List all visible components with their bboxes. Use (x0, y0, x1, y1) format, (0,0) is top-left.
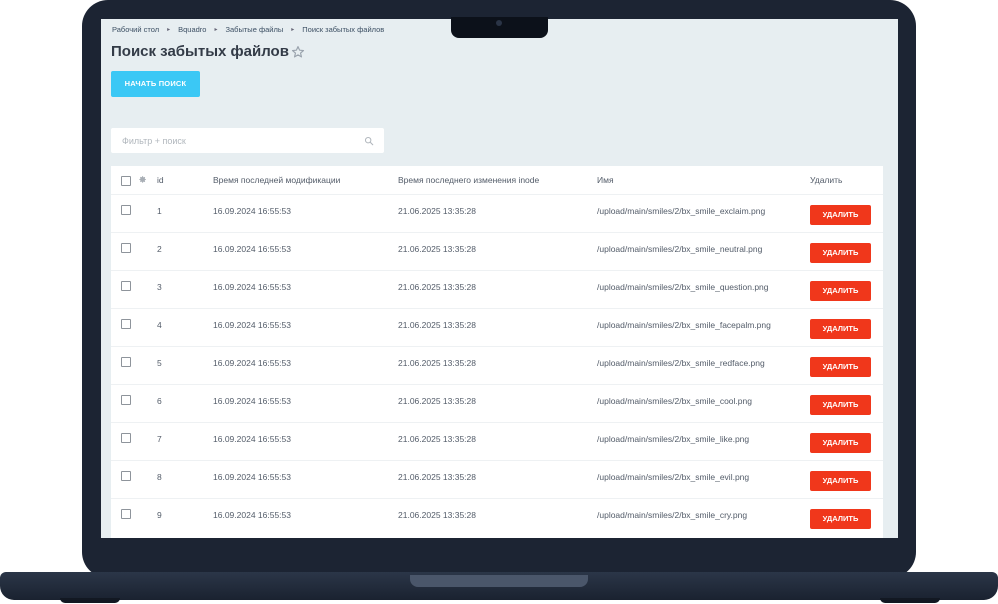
filter-search-input[interactable] (111, 128, 362, 153)
cell-ctime: 21.06.2025 13:35:28 (398, 320, 476, 330)
cell-mtime: 16.09.2024 16:55:53 (213, 282, 291, 292)
delete-button[interactable]: УДАЛИТЬ (810, 471, 871, 491)
select-all-checkbox[interactable] (121, 176, 131, 186)
column-header-ctime[interactable]: Время последнего изменения inode (398, 175, 539, 185)
laptop-base-notch (410, 575, 588, 587)
cell-mtime: 16.09.2024 16:55:53 (213, 510, 291, 520)
table-row[interactable]: 9 16.09.2024 16:55:53 21.06.2025 13:35:2… (111, 498, 883, 537)
start-search-button[interactable]: НАЧАТЬ ПОИСК (111, 71, 200, 97)
row-checkbox[interactable] (121, 509, 131, 519)
row-checkbox[interactable] (121, 281, 131, 291)
cell-name: /upload/main/smiles/2/bx_smile_like.png (597, 434, 750, 444)
cell-id: 9 (157, 510, 162, 520)
cell-id: 4 (157, 320, 162, 330)
camera-icon (496, 20, 502, 26)
cell-id: 1 (157, 206, 162, 216)
laptop-foot-right (880, 598, 940, 603)
row-checkbox[interactable] (121, 243, 131, 253)
cell-id: 8 (157, 472, 162, 482)
cell-id: 7 (157, 434, 162, 444)
column-header-delete: Удалить (810, 175, 843, 185)
delete-button[interactable]: УДАЛИТЬ (810, 281, 871, 301)
table-row[interactable]: 5 16.09.2024 16:55:53 21.06.2025 13:35:2… (111, 346, 883, 385)
cell-id: 2 (157, 244, 162, 254)
cell-ctime: 21.06.2025 13:35:28 (398, 434, 476, 444)
cell-mtime: 16.09.2024 16:55:53 (213, 320, 291, 330)
table-row[interactable]: 7 16.09.2024 16:55:53 21.06.2025 13:35:2… (111, 422, 883, 461)
table-header: id Время последней модификации Время пос… (111, 166, 883, 194)
column-header-name[interactable]: Имя (597, 175, 614, 185)
delete-button[interactable]: УДАЛИТЬ (810, 395, 871, 415)
cell-ctime: 21.06.2025 13:35:28 (398, 282, 476, 292)
breadcrumb-chevron-icon: ▸ (214, 27, 218, 33)
table-row[interactable]: 1 16.09.2024 16:55:53 21.06.2025 13:35:2… (111, 194, 883, 233)
column-header-id[interactable]: id (157, 175, 164, 185)
row-checkbox[interactable] (121, 395, 131, 405)
table-row[interactable]: 6 16.09.2024 16:55:53 21.06.2025 13:35:2… (111, 384, 883, 423)
cell-ctime: 21.06.2025 13:35:28 (398, 472, 476, 482)
delete-button[interactable]: УДАЛИТЬ (810, 205, 871, 225)
cell-name: /upload/main/smiles/2/bx_smile_exclaim.p… (597, 206, 766, 216)
table-row[interactable]: 3 16.09.2024 16:55:53 21.06.2025 13:35:2… (111, 270, 883, 309)
laptop-foot-left (60, 598, 120, 603)
table-row[interactable]: 4 16.09.2024 16:55:53 21.06.2025 13:35:2… (111, 308, 883, 347)
cell-ctime: 21.06.2025 13:35:28 (398, 510, 476, 520)
cell-ctime: 21.06.2025 13:35:28 (398, 206, 476, 216)
cell-id: 3 (157, 282, 162, 292)
cell-mtime: 16.09.2024 16:55:53 (213, 472, 291, 482)
breadcrumb-item-forgotten-files[interactable]: Забытые файлы (225, 25, 283, 34)
delete-button[interactable]: УДАЛИТЬ (810, 357, 871, 377)
cell-id: 5 (157, 358, 162, 368)
cell-name: /upload/main/smiles/2/bx_smile_facepalm.… (597, 320, 771, 330)
row-checkbox[interactable] (121, 471, 131, 481)
filter-search-box (111, 128, 384, 153)
breadcrumb-item-bquadro[interactable]: Bquadro (178, 25, 206, 34)
camera-notch (451, 17, 548, 38)
cell-ctime: 21.06.2025 13:35:28 (398, 244, 476, 254)
delete-button[interactable]: УДАЛИТЬ (810, 243, 871, 263)
cell-name: /upload/main/smiles/2/bx_smile_question.… (597, 282, 769, 292)
row-checkbox[interactable] (121, 205, 131, 215)
cell-id: 6 (157, 396, 162, 406)
row-checkbox[interactable] (121, 433, 131, 443)
table-row[interactable]: 2 16.09.2024 16:55:53 21.06.2025 13:35:2… (111, 232, 883, 271)
cell-ctime: 21.06.2025 13:35:28 (398, 396, 476, 406)
breadcrumb-item-desktop[interactable]: Рабочий стол (112, 25, 159, 34)
cell-name: /upload/main/smiles/2/bx_smile_cry.png (597, 510, 748, 520)
row-checkbox[interactable] (121, 319, 131, 329)
cell-name: /upload/main/smiles/2/bx_smile_evil.png (597, 472, 750, 482)
files-table: id Время последней модификации Время пос… (111, 166, 883, 538)
delete-button[interactable]: УДАЛИТЬ (810, 433, 871, 453)
cell-mtime: 16.09.2024 16:55:53 (213, 396, 291, 406)
table-row[interactable]: 8 16.09.2024 16:55:53 21.06.2025 13:35:2… (111, 460, 883, 499)
delete-button[interactable]: УДАЛИТЬ (810, 509, 871, 529)
breadcrumb-chevron-icon: ▸ (167, 27, 171, 33)
page-title: Поиск забытых файлов (111, 43, 289, 60)
screen: Рабочий стол ▸ Bquadro ▸ Забытые файлы ▸… (101, 19, 898, 538)
column-header-mtime[interactable]: Время последней модификации (213, 175, 340, 185)
breadcrumb-chevron-icon: ▸ (291, 27, 295, 33)
cell-mtime: 16.09.2024 16:55:53 (213, 206, 291, 216)
cell-name: /upload/main/smiles/2/bx_smile_redface.p… (597, 358, 765, 368)
gear-icon[interactable] (138, 175, 147, 184)
cell-name: /upload/main/smiles/2/bx_smile_neutral.p… (597, 244, 763, 254)
breadcrumb: Рабочий стол ▸ Bquadro ▸ Забытые файлы ▸… (112, 25, 384, 34)
row-checkbox[interactable] (121, 357, 131, 367)
delete-button[interactable]: УДАЛИТЬ (810, 319, 871, 339)
breadcrumb-item-current[interactable]: Поиск забытых файлов (302, 25, 384, 34)
cell-ctime: 21.06.2025 13:35:28 (398, 358, 476, 368)
cell-mtime: 16.09.2024 16:55:53 (213, 434, 291, 444)
cell-mtime: 16.09.2024 16:55:53 (213, 244, 291, 254)
star-icon[interactable] (291, 45, 305, 59)
cell-name: /upload/main/smiles/2/bx_smile_cool.png (597, 396, 752, 406)
search-icon[interactable] (364, 136, 374, 146)
cell-mtime: 16.09.2024 16:55:53 (213, 358, 291, 368)
